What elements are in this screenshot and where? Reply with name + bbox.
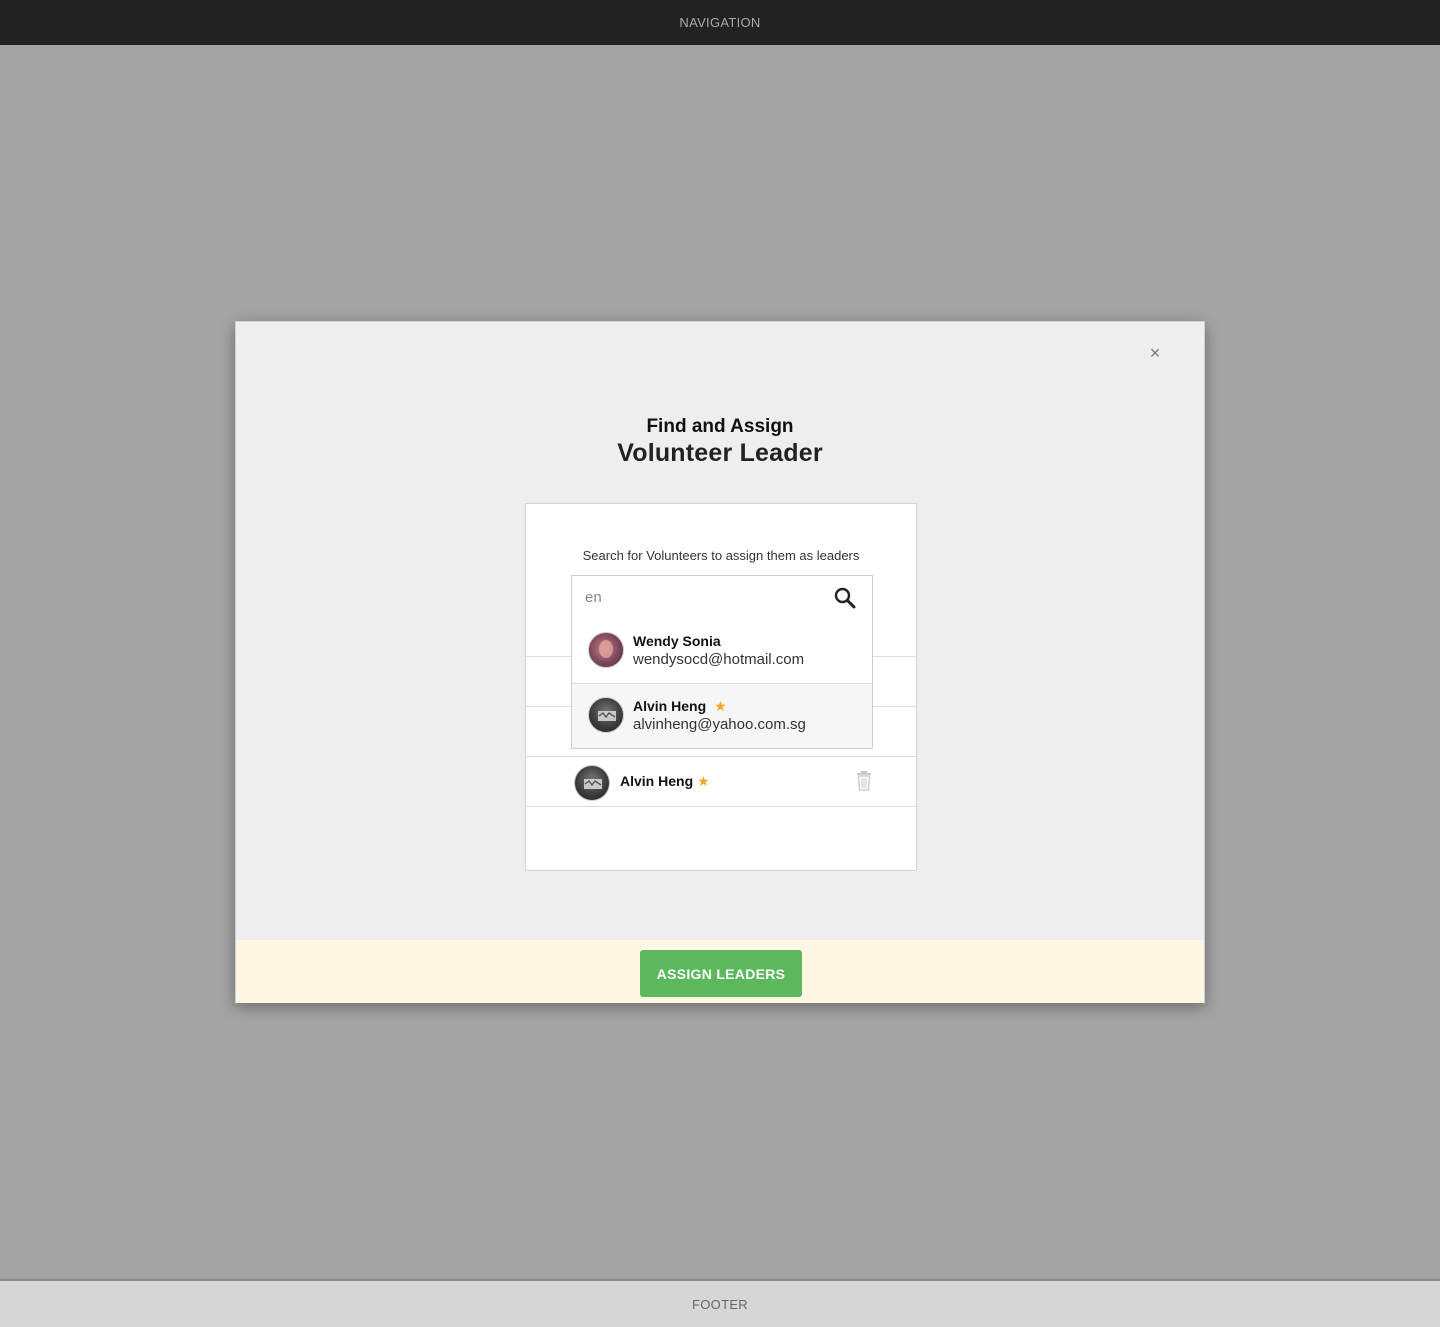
close-icon[interactable]: × — [1144, 342, 1166, 364]
search-input[interactable] — [573, 577, 823, 618]
avatar — [588, 632, 624, 668]
navigation-label: NAVIGATION — [679, 15, 761, 30]
search-box — [571, 575, 873, 620]
logo-icon — [584, 779, 602, 789]
result-email: alvinheng@yahoo.com.sg — [633, 716, 806, 733]
leader-name: Alvin Heng ★ — [620, 773, 710, 790]
footer-label: FOOTER — [692, 1296, 748, 1312]
person-photo-icon — [597, 640, 617, 667]
star-icon: ★ — [697, 773, 710, 789]
leader-name-text: Alvin Heng — [620, 773, 694, 789]
modal-title: Find and Assign Volunteer Leader — [236, 416, 1204, 468]
modal-title-small: Find and Assign — [646, 416, 794, 437]
footer-bar: FOOTER — [0, 1279, 1440, 1327]
avatar — [574, 765, 610, 801]
modal-title-large: Volunteer Leader — [617, 439, 823, 467]
assign-leaders-button[interactable]: ASSIGN LEADERS — [640, 950, 802, 997]
star-icon: ★ — [714, 698, 727, 714]
search-instructions: Search for Volunteers to assign them as … — [582, 548, 860, 563]
search-result-item[interactable]: Wendy Sonia wendysocd@hotmail.com — [572, 619, 872, 683]
assign-leader-modal: × Find and Assign Volunteer Leader Searc… — [235, 321, 1205, 1003]
trash-icon[interactable] — [856, 771, 872, 791]
navigation-bar: NAVIGATION — [0, 0, 1440, 45]
leader-row: Alvin Heng ★ — [526, 756, 916, 807]
result-email: wendysocd@hotmail.com — [633, 651, 805, 668]
result-name-text: Alvin Heng — [633, 698, 707, 714]
logo-icon — [598, 711, 616, 721]
avatar — [588, 697, 624, 733]
search-icon[interactable] — [834, 587, 856, 609]
result-name: Alvin Heng ★ — [633, 698, 727, 715]
search-result-item[interactable]: Alvin Heng ★ alvinheng@yahoo.com.sg — [572, 683, 872, 748]
modal-footer: ASSIGN LEADERS — [236, 940, 1204, 1003]
search-results-dropdown: Wendy Sonia wendysocd@hotmail.com Alvin … — [571, 619, 873, 749]
result-name: Wendy Sonia — [633, 633, 721, 649]
